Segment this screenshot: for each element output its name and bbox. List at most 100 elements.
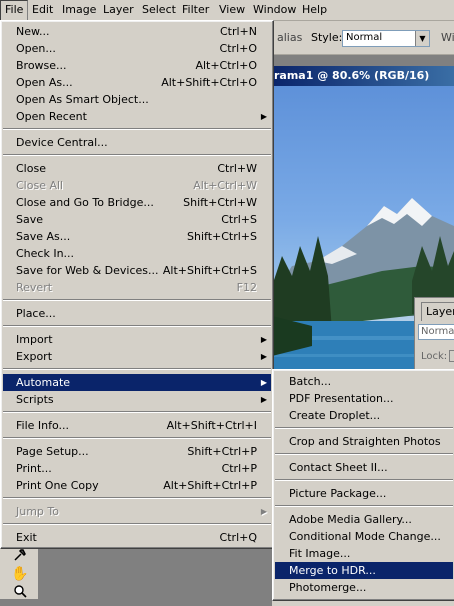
zoom-tool-icon[interactable] [10, 584, 30, 600]
menu-item-automate[interactable]: Automate ▶ [3, 374, 271, 391]
menu-item-label: Device Central... [16, 136, 108, 149]
hand-tool-icon[interactable]: ✋ [10, 566, 30, 582]
menu-item-picture-package[interactable]: Picture Package... [275, 485, 453, 502]
style-value: Normal [346, 32, 383, 43]
menu-item-file-info[interactable]: File Info... Alt+Shift+Ctrl+I [3, 417, 271, 434]
menu-item-close[interactable]: Close Ctrl+W [3, 160, 271, 177]
menu-item-label: Close and Go To Bridge... [16, 196, 154, 209]
submenu-arrow-icon: ▶ [260, 378, 267, 387]
menu-item-browse[interactable]: Browse... Alt+Ctrl+O [3, 57, 271, 74]
submenu-arrow-icon: ▶ [260, 352, 267, 361]
menu-item-scripts[interactable]: Scripts ▶ [3, 391, 271, 408]
menu-separator [3, 325, 271, 327]
menu-item-revert: Revert F12 [3, 279, 271, 296]
menu-item-shortcut: F12 [236, 281, 257, 294]
menu-item-shortcut: Alt+Ctrl+W [193, 179, 257, 192]
menu-item-print-one-copy[interactable]: Print One Copy Alt+Shift+Ctrl+P [3, 477, 271, 494]
menu-item-merge-to-hdr[interactable]: Merge to HDR... [275, 562, 453, 579]
menu-item-export[interactable]: Export ▶ [3, 348, 271, 365]
menu-item-contact-sheet-ii[interactable]: Contact Sheet II... [275, 459, 453, 476]
menu-item-import[interactable]: Import ▶ [3, 331, 271, 348]
menu-item-new[interactable]: New... Ctrl+N [3, 23, 271, 40]
menu-item-label: Automate [16, 376, 71, 389]
menu-item-shortcut: Shift+Ctrl+W [183, 196, 257, 209]
menu-item-label: Fit Image... [289, 547, 351, 560]
menu-separator [275, 453, 453, 455]
menu-item-open[interactable]: Open... Ctrl+O [3, 40, 271, 57]
menu-item-label: Conditional Mode Change... [289, 530, 441, 543]
menu-item-save[interactable]: Save Ctrl+S [3, 211, 271, 228]
menu-item-create-droplet[interactable]: Create Droplet... [275, 407, 453, 424]
menu-item-adobe-media-gallery[interactable]: Adobe Media Gallery... [275, 511, 453, 528]
menu-item-place[interactable]: Place... [3, 305, 271, 322]
menu-item-device-central[interactable]: Device Central... [3, 134, 271, 151]
menu-item-label: Scripts [16, 393, 54, 406]
menu-item-label: Open As... [16, 76, 73, 89]
menu-item-label: Browse... [16, 59, 67, 72]
menu-edit[interactable]: Edit [28, 0, 57, 20]
menu-separator [3, 154, 271, 156]
menu-item-shortcut: Shift+Ctrl+S [187, 230, 257, 243]
menu-item-label: Import [16, 333, 53, 346]
lock-row: Lock: [421, 350, 454, 362]
menu-separator [3, 497, 271, 499]
menu-item-label: File Info... [16, 419, 70, 432]
menu-separator [3, 411, 271, 413]
menu-item-exit[interactable]: Exit Ctrl+Q [3, 529, 271, 546]
menu-item-label: Save for Web & Devices... [16, 264, 159, 277]
antialias-label: alias [277, 31, 303, 44]
menu-help[interactable]: Help [298, 0, 331, 20]
eyedropper-tool-icon[interactable] [10, 548, 30, 564]
menu-separator [3, 299, 271, 301]
menu-item-photomerge[interactable]: Photomerge... [275, 579, 453, 596]
menu-item-open-recent[interactable]: Open Recent ▶ [3, 108, 271, 125]
layers-tab[interactable]: Layers [421, 302, 454, 321]
menu-filter[interactable]: Filter [178, 0, 213, 20]
submenu-arrow-icon: ▶ [260, 507, 267, 516]
style-dropdown[interactable]: Normal ▼ [342, 30, 430, 47]
menu-item-label: Export [16, 350, 53, 363]
document-title-bar[interactable]: rama1 @ 80.6% (RGB/16) [272, 66, 454, 86]
menu-image[interactable]: Image [58, 0, 100, 20]
menu-item-print[interactable]: Print... Ctrl+P [3, 460, 271, 477]
menu-item-save-for-web-devices[interactable]: Save for Web & Devices... Alt+Shift+Ctrl+… [3, 262, 271, 279]
menu-item-save-as[interactable]: Save As... Shift+Ctrl+S [3, 228, 271, 245]
menu-item-open-as-smart-object[interactable]: Open As Smart Object... [3, 91, 271, 108]
menu-item-label: Jump To [16, 505, 59, 518]
menu-item-label: PDF Presentation... [289, 392, 394, 405]
menu-item-close-and-go-to-bridge[interactable]: Close and Go To Bridge... Shift+Ctrl+W [3, 194, 271, 211]
document-title: rama1 @ 80.6% (RGB/16) [274, 69, 430, 82]
menu-item-page-setup[interactable]: Page Setup... Shift+Ctrl+P [3, 443, 271, 460]
file-menu: New... Ctrl+N Open... Ctrl+O Browse... Alt+Ct… [0, 20, 274, 549]
submenu-arrow-icon: ▶ [260, 335, 267, 344]
menu-file[interactable]: File [0, 0, 29, 22]
menu-select[interactable]: Select [138, 0, 180, 20]
menu-item-open-as[interactable]: Open As... Alt+Shift+Ctrl+O [3, 74, 271, 91]
menu-item-batch[interactable]: Batch... [275, 373, 453, 390]
menu-window[interactable]: Window [249, 0, 300, 20]
menu-item-check-in[interactable]: Check In... [3, 245, 271, 262]
menu-item-label: Photomerge... [289, 581, 367, 594]
menu-item-label: Contact Sheet II... [289, 461, 388, 474]
menu-separator [3, 128, 271, 130]
menu-item-label: Check In... [16, 247, 75, 260]
menu-item-label: Close [16, 162, 46, 175]
menu-separator [3, 523, 271, 525]
menu-item-label: Open... [16, 42, 56, 55]
menu-view[interactable]: View [215, 0, 249, 20]
menu-separator [3, 368, 271, 370]
blend-mode-dropdown[interactable]: Normal [418, 324, 454, 340]
menu-item-label: New... [16, 25, 50, 38]
menu-item-label: Adobe Media Gallery... [289, 513, 412, 526]
menu-item-conditional-mode-change[interactable]: Conditional Mode Change... [275, 528, 453, 545]
menu-item-label: Picture Package... [289, 487, 387, 500]
menu-item-label: Print One Copy [16, 479, 99, 492]
submenu-arrow-icon: ▶ [260, 112, 267, 121]
menu-item-shortcut: Ctrl+W [217, 162, 257, 175]
toolbox: ✋ [0, 544, 39, 599]
menu-item-fit-image[interactable]: Fit Image... [275, 545, 453, 562]
menu-layer[interactable]: Layer [99, 0, 138, 20]
menu-item-pdf-presentation[interactable]: PDF Presentation... [275, 390, 453, 407]
lock-transparent-checkbox[interactable] [449, 350, 454, 362]
menu-item-crop-and-straighten-photos[interactable]: Crop and Straighten Photos [275, 433, 453, 450]
